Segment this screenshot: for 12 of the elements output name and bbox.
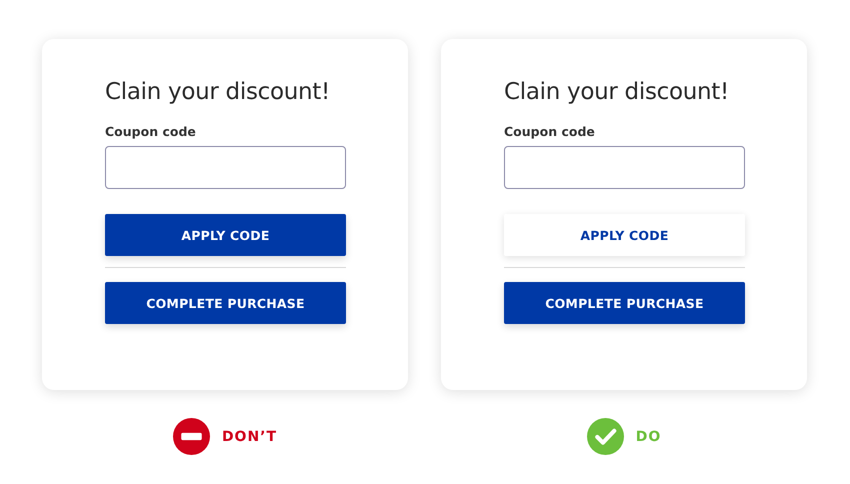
verdict-label: DON’T (222, 428, 278, 444)
input-field[interactable] (105, 146, 346, 189)
action-button[interactable]: APPLY CODE (105, 214, 346, 256)
card-title: Clain your discount! (105, 79, 331, 105)
action-button[interactable]: COMPLETE PURCHASE (105, 282, 346, 324)
field-label: Coupon code (105, 124, 197, 139)
verdict-label: DO (636, 428, 662, 444)
card-title: Clain your discount! (504, 79, 730, 105)
field-label: Coupon code (504, 124, 596, 139)
input-field[interactable] (504, 146, 745, 189)
action-button[interactable]: APPLY CODE (504, 214, 745, 256)
action-button[interactable]: COMPLETE PURCHASE (504, 282, 745, 324)
